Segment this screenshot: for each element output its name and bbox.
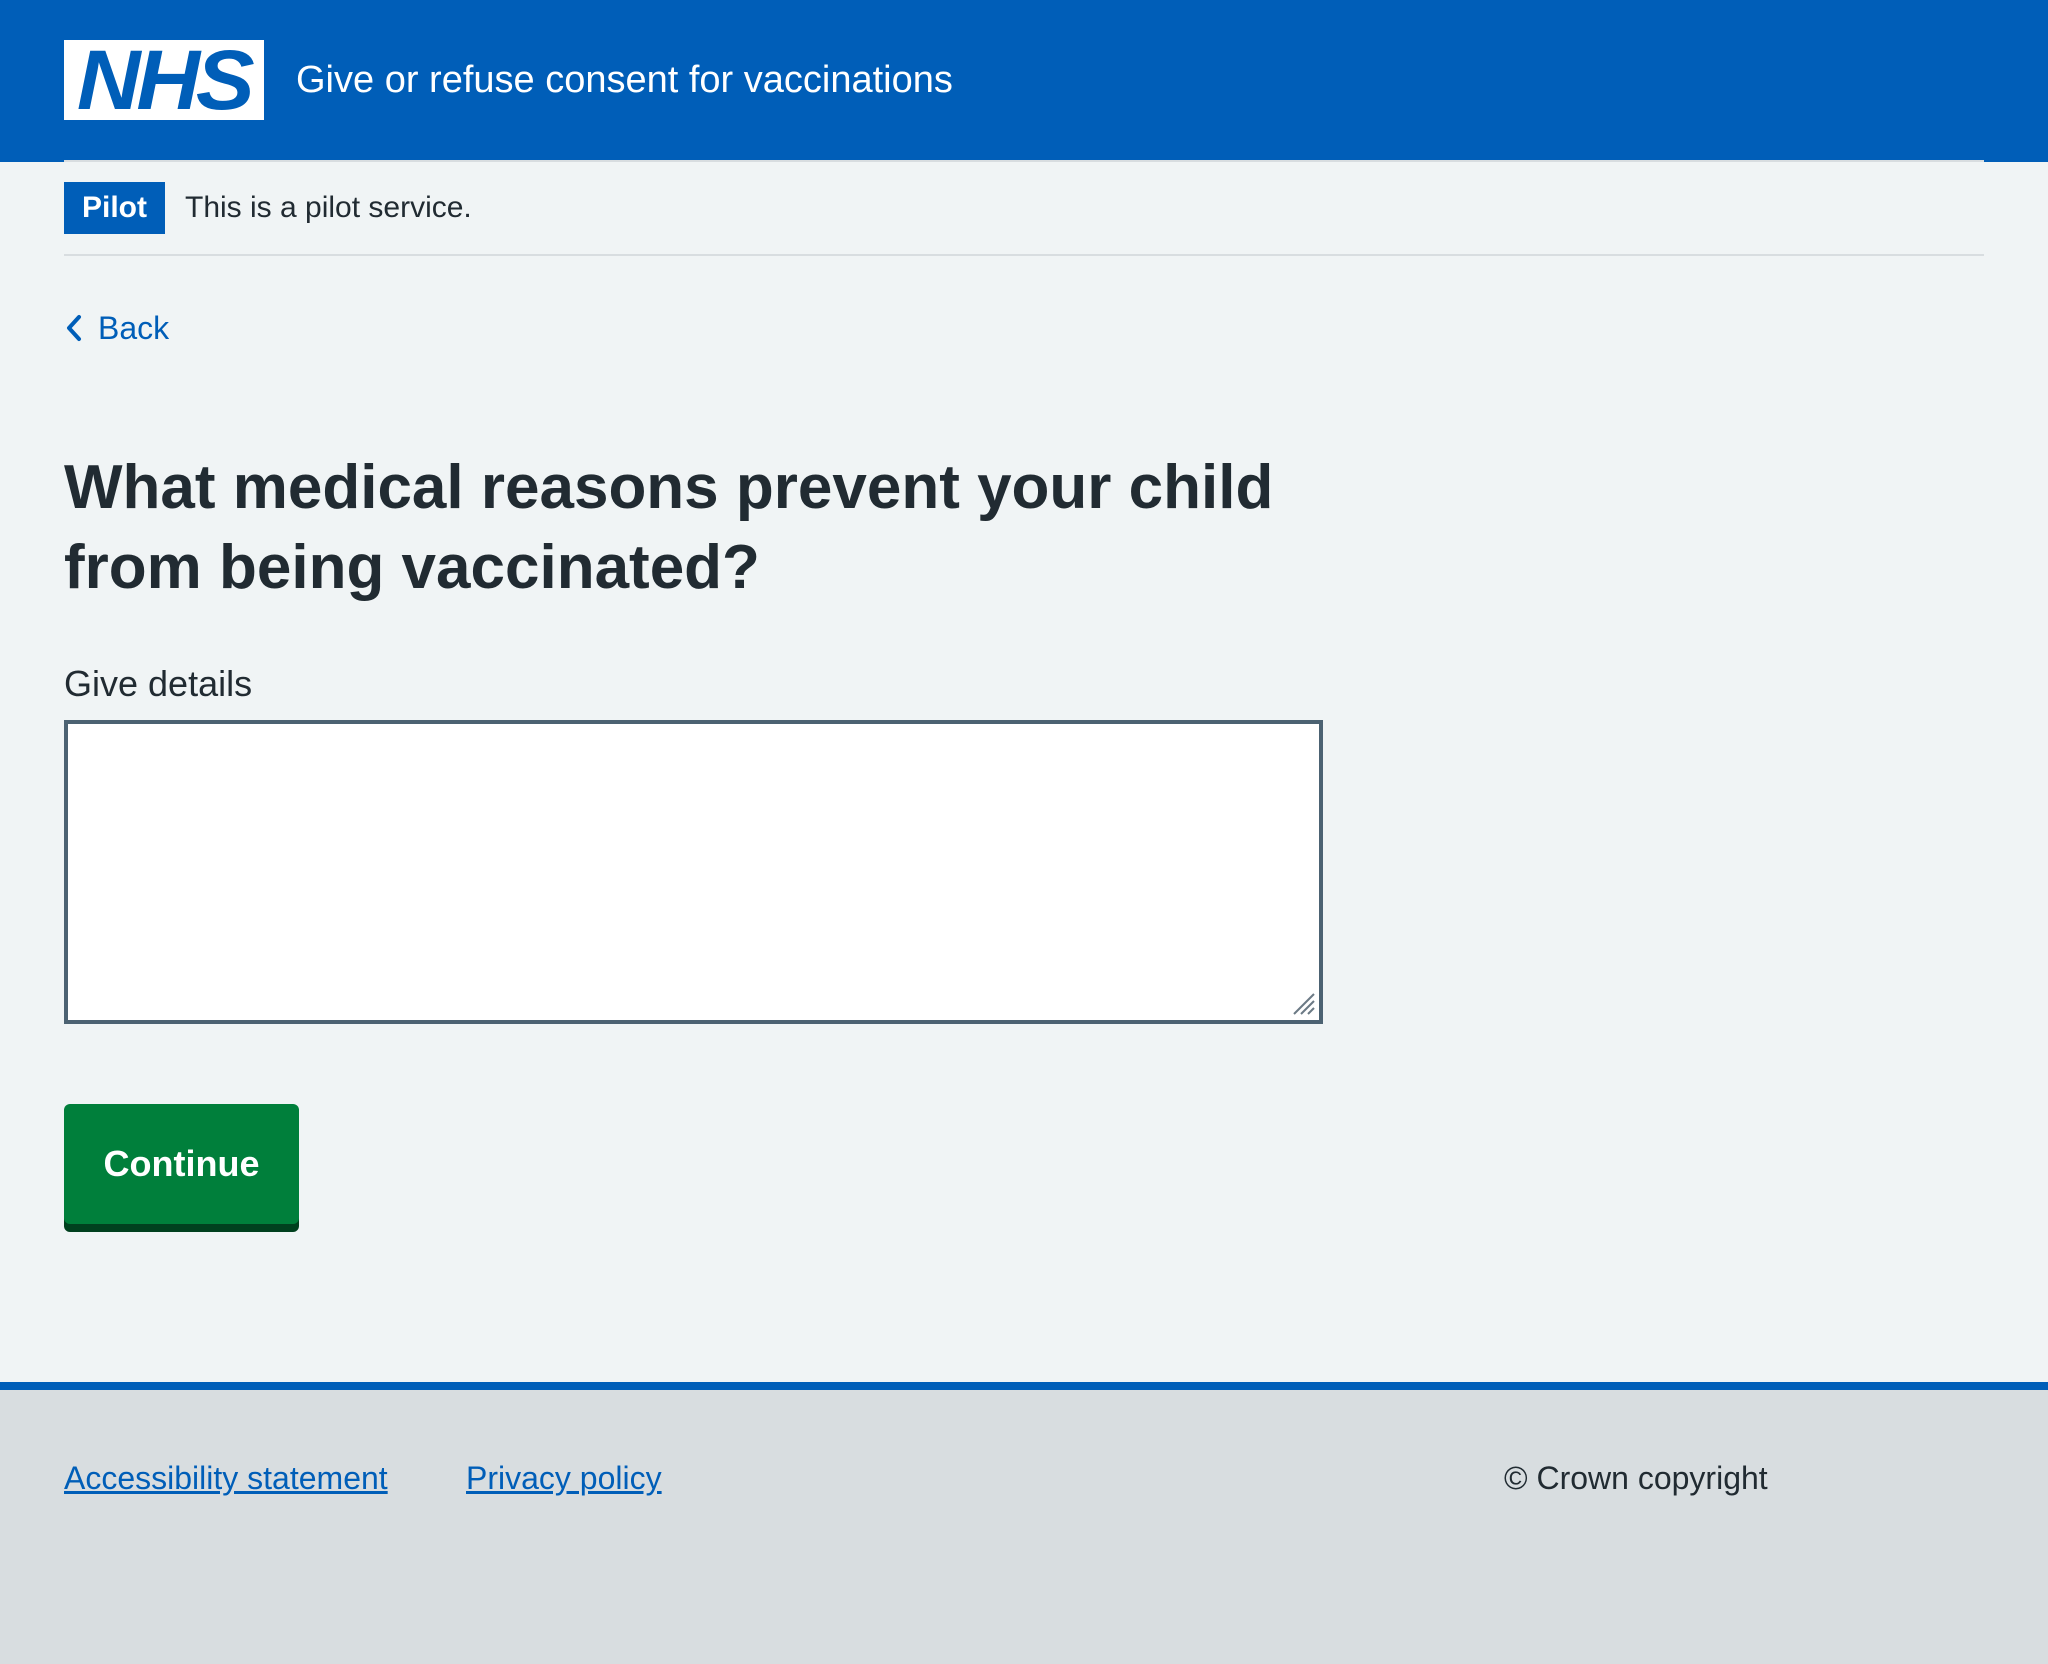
site-header: NHS Give or refuse consent for vaccinati… — [0, 0, 2048, 162]
back-label: Back — [98, 309, 170, 346]
details-textarea[interactable] — [64, 720, 1323, 1024]
nhs-logo[interactable]: NHS — [64, 33, 264, 127]
header-divider — [64, 160, 1984, 162]
chevron-left-icon — [67, 315, 81, 341]
footer-link-privacy[interactable]: Privacy policy — [466, 1460, 662, 1497]
continue-button[interactable]: Continue — [64, 1104, 299, 1224]
copyright-text: © Crown copyright — [1504, 1460, 1768, 1496]
phase-banner: Pilot This is a pilot service. — [64, 182, 472, 234]
back-link[interactable]: Back — [64, 308, 169, 348]
details-label: Give details — [64, 663, 253, 704]
phase-divider — [64, 254, 1984, 256]
footer-link-accessibility[interactable]: Accessibility statement — [64, 1460, 388, 1497]
site-footer — [0, 1382, 2048, 1664]
resize-grip-icon[interactable] — [1290, 990, 1316, 1016]
nhs-logo-text: NHS — [77, 33, 255, 127]
phase-tag: Pilot — [64, 182, 165, 234]
phase-text: This is a pilot service. — [185, 191, 472, 224]
service-name[interactable]: Give or refuse consent for vaccinations — [296, 56, 953, 104]
page-title: What medical reasons prevent your child … — [64, 453, 1274, 602]
